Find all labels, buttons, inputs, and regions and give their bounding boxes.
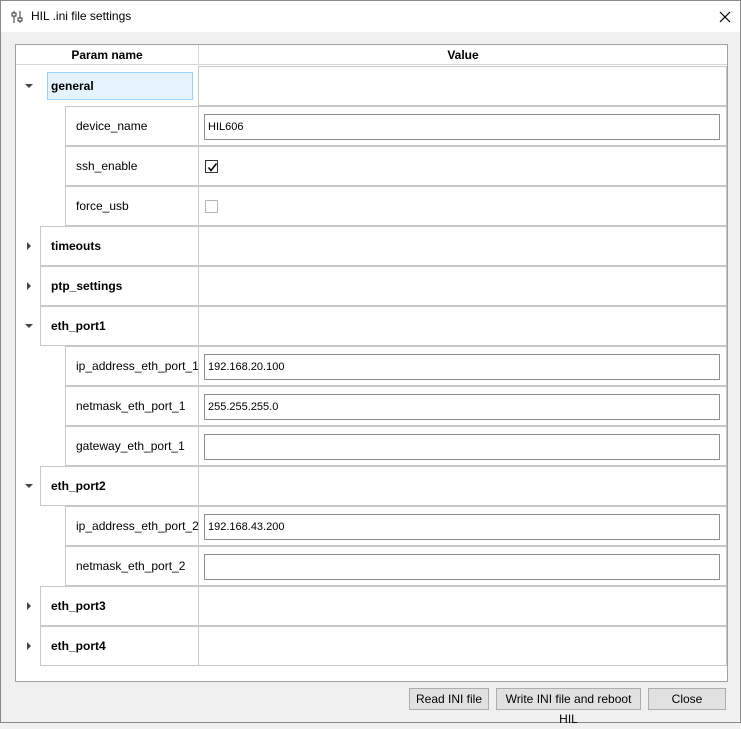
param-label: device_name [76,119,148,133]
tree-group-row[interactable]: eth_port4 [16,626,727,666]
value-cell [199,146,727,186]
close-button[interactable]: Close [648,688,726,710]
triangle-right-icon [27,602,31,610]
checkmark-icon [207,163,218,172]
param-name-cell[interactable]: device_name [65,106,199,146]
triangle-down-icon [25,324,33,328]
group-name-cell[interactable]: eth_port1 [40,306,199,346]
param-name-cell[interactable]: gateway_eth_port_1 [65,426,199,466]
tree-param-row[interactable]: gateway_eth_port_1 [16,426,727,466]
group-label: timeouts [51,239,102,253]
param-name-cell[interactable]: force_usb [65,186,199,226]
triangle-right-icon [27,642,31,650]
tree-param-row[interactable]: ip_address_eth_port_2 192.168.43.200 [16,506,727,546]
param-label: gateway_eth_port_1 [76,439,185,453]
param-value-input[interactable]: 192.168.20.100 [204,354,720,380]
column-header-param[interactable]: Param name [16,45,199,65]
tree-param-row[interactable]: ssh_enable [16,146,727,186]
window-title: HIL .ini file settings [31,9,132,23]
group-label: ptp_settings [51,279,123,293]
tree-group-row[interactable]: eth_port2 [16,466,727,506]
param-label: ip_address_eth_port_2 [76,519,199,533]
param-name-cell[interactable]: ip_address_eth_port_1 [65,346,199,386]
value-cell [199,546,727,586]
param-name-cell[interactable]: netmask_eth_port_2 [65,546,199,586]
read-ini-button[interactable]: Read INI file [409,688,489,710]
triangle-right-icon [27,282,31,290]
group-name-cell[interactable]: general [16,66,199,106]
param-value-input[interactable]: 192.168.43.200 [204,514,720,540]
param-value-input[interactable] [204,554,720,580]
tree-header: Param name Value [16,45,727,65]
settings-dialog: HIL .ini file settings Param name Value … [0,0,741,726]
tree-param-row[interactable]: device_name HIL606 [16,106,727,146]
value-cell: 192.168.20.100 [199,346,727,386]
group-label: eth_port4 [51,639,106,653]
triangle-right-icon [27,242,31,250]
param-name-cell[interactable]: ssh_enable [65,146,199,186]
param-name-cell[interactable]: netmask_eth_port_1 [65,386,199,426]
group-name-cell[interactable]: eth_port2 [40,466,199,506]
group-label: eth_port3 [51,599,106,613]
tree-group-row[interactable]: eth_port1 [16,306,727,346]
group-label: eth_port1 [51,319,106,333]
tree-group-row[interactable]: general [16,66,727,106]
tree-group-row[interactable]: timeouts [16,226,727,266]
expand-down-icon[interactable] [24,481,34,491]
tree-param-row[interactable]: netmask_eth_port_2 [16,546,727,586]
value-cell [199,426,727,466]
param-value-input[interactable]: HIL606 [204,114,720,140]
expand-right-icon[interactable] [24,241,34,251]
close-icon[interactable] [714,7,736,27]
value-cell [199,306,727,346]
write-ini-reboot-button[interactable]: Write INI file and reboot HIL [496,688,641,726]
param-checkbox[interactable] [205,200,218,213]
value-cell: 192.168.43.200 [199,506,727,546]
tree-param-row[interactable]: netmask_eth_port_1 255.255.255.0 [16,386,727,426]
group-label: eth_port2 [51,479,106,493]
group-label: general [51,79,94,93]
param-label: force_usb [76,199,129,213]
column-header-value[interactable]: Value [199,45,727,65]
expand-right-icon[interactable] [24,281,34,291]
settings-tree[interactable]: Param name Value general device_name HIL60… [15,44,728,682]
value-cell [199,626,727,666]
value-cell [199,66,727,106]
expand-right-icon[interactable] [24,601,34,611]
param-value-input[interactable]: 255.255.255.0 [204,394,720,420]
param-label: netmask_eth_port_2 [76,559,186,573]
param-label: netmask_eth_port_1 [76,399,186,413]
value-cell [199,266,727,306]
expand-down-icon[interactable] [24,321,34,331]
param-checkbox[interactable] [205,160,218,173]
triangle-down-icon [25,484,33,488]
value-cell: 255.255.255.0 [199,386,727,426]
title-bar: HIL .ini file settings [1,1,740,32]
tree-group-row[interactable]: eth_port3 [16,586,727,626]
param-label: ssh_enable [76,159,138,173]
value-cell [199,186,727,226]
group-name-cell[interactable]: eth_port3 [40,586,199,626]
value-cell [199,226,727,266]
group-name-cell[interactable]: ptp_settings [40,266,199,306]
expand-right-icon[interactable] [24,641,34,651]
tree-group-row[interactable]: ptp_settings [16,266,727,306]
value-cell [199,586,727,626]
group-name-cell[interactable]: timeouts [40,226,199,266]
param-label: ip_address_eth_port_1 [76,359,199,373]
tree-param-row[interactable]: ip_address_eth_port_1 192.168.20.100 [16,346,727,386]
value-cell [199,466,727,506]
tree-param-row[interactable]: force_usb [16,186,727,226]
value-cell: HIL606 [199,106,727,146]
param-name-cell[interactable]: ip_address_eth_port_2 [65,506,199,546]
sliders-icon [9,9,25,25]
group-name-cell[interactable]: eth_port4 [40,626,199,666]
param-value-input[interactable] [204,434,720,460]
